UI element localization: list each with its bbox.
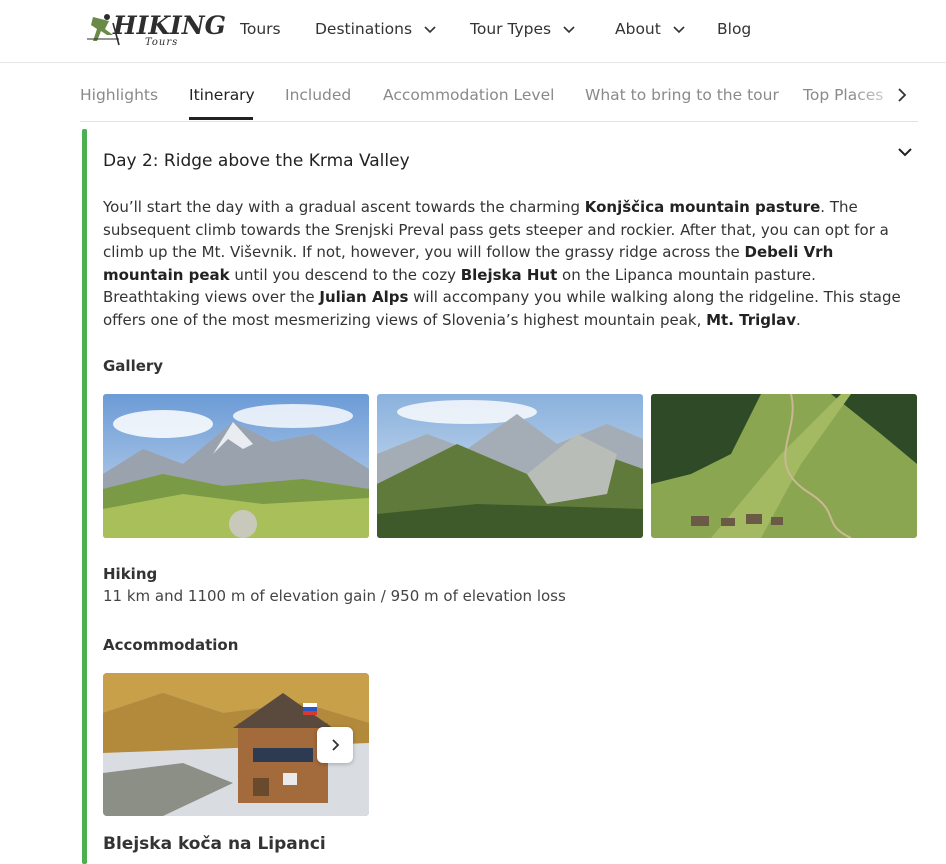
chevron-down-icon xyxy=(673,26,685,34)
gallery-photo-3[interactable] xyxy=(651,394,917,538)
gallery-heading: Gallery xyxy=(103,357,164,375)
highlight-julian-alps: Julian Alps xyxy=(319,288,409,306)
logo-wordmark: HIKING xyxy=(113,11,226,40)
day-title[interactable]: Day 2: Ridge above the Krma Valley xyxy=(103,151,410,171)
active-tab-indicator xyxy=(189,117,253,120)
nav-destinations[interactable]: Destinations xyxy=(315,20,438,38)
nav-blog-label: Blog xyxy=(717,20,752,38)
chevron-down-icon xyxy=(424,26,436,34)
nav-tours[interactable]: Tours xyxy=(240,20,281,38)
gallery-photo-1[interactable] xyxy=(103,394,369,538)
hiking-heading: Hiking xyxy=(103,565,158,583)
tab-highlights[interactable]: Highlights xyxy=(80,86,158,104)
nav-about[interactable]: About xyxy=(615,20,687,38)
nav-tour-types[interactable]: Tour Types xyxy=(470,20,577,38)
site-header: HIKING Tours Tours Destinations Tour Typ… xyxy=(0,0,946,63)
chevron-right-icon[interactable] xyxy=(892,85,912,105)
chevron-down-icon[interactable] xyxy=(895,142,915,162)
highlight-blejska-hut: Blejska Hut xyxy=(460,265,558,284)
nav-blog[interactable]: Blog xyxy=(717,20,751,38)
nav-tour-types-label: Tour Types xyxy=(470,20,552,38)
tab-accommodation-level[interactable]: Accommodation Level xyxy=(383,86,554,104)
carousel-next-button[interactable] xyxy=(317,727,353,763)
highlight-triglav: Mt. Triglav xyxy=(706,310,797,329)
logo-subtitle: Tours xyxy=(145,37,179,48)
chevron-down-icon xyxy=(563,26,575,34)
tab-what-to-bring[interactable]: What to bring to the tour xyxy=(585,86,779,104)
nav-about-label: About xyxy=(615,20,661,38)
nav-tours-label: Tours xyxy=(240,20,281,38)
tour-section-tabs: Highlights Itinerary Included Accommodat… xyxy=(80,64,918,122)
accommodation-heading: Accommodation xyxy=(103,636,239,654)
day-description: You’ll start the day with a gradual asce… xyxy=(103,198,901,329)
highlight-konjscica: Konjščica mountain pasture xyxy=(584,198,821,216)
accommodation-name[interactable]: Blejska koča na Lipanci xyxy=(103,834,326,854)
gallery-photo-2[interactable] xyxy=(377,394,643,538)
chevron-right-icon xyxy=(332,739,340,751)
tab-included[interactable]: Included xyxy=(285,86,351,104)
nav-destinations-label: Destinations xyxy=(315,20,413,38)
day-accent-bar xyxy=(82,129,87,864)
site-logo[interactable]: HIKING Tours xyxy=(83,11,226,51)
tab-itinerary[interactable]: Itinerary xyxy=(189,86,255,104)
hiking-stats: 11 km and 1100 m of elevation gain / 950… xyxy=(103,587,566,605)
